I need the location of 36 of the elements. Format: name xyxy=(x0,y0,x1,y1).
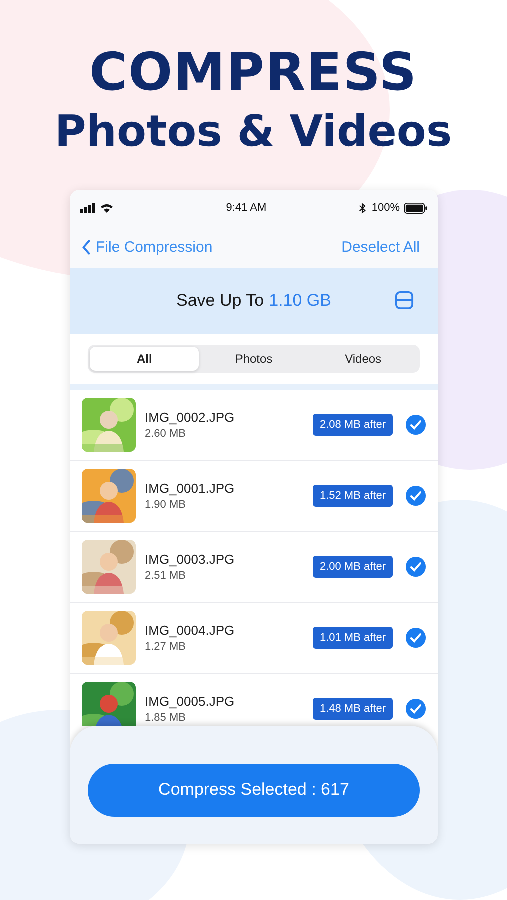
chevron-left-icon xyxy=(82,240,91,254)
file-name: IMG_0003.JPG xyxy=(145,552,236,567)
layout-icon[interactable] xyxy=(395,291,414,310)
size-after-badge: 2.00 MB after xyxy=(312,556,393,578)
file-size: 1.85 MB xyxy=(145,712,187,724)
battery-percent: 100% xyxy=(372,202,400,214)
wifi-icon xyxy=(100,203,114,213)
checkbox[interactable] xyxy=(406,486,426,506)
headline: COMPRESS xyxy=(89,42,418,104)
file-name: IMG_0001.JPG xyxy=(145,481,236,496)
file-size: 2.51 MB xyxy=(145,570,187,582)
filter-tab[interactable]: All xyxy=(90,347,200,371)
filter-tab[interactable]: Photos xyxy=(199,347,309,371)
file-name: IMG_0005.JPG xyxy=(145,694,236,709)
size-after-badge: 1.01 MB after xyxy=(312,627,393,649)
size-after-badge: 2.08 MB after xyxy=(312,414,393,436)
battery-icon xyxy=(404,202,428,214)
size-after-badge: 1.52 MB after xyxy=(312,485,393,507)
file-size: 1.27 MB xyxy=(145,641,187,653)
file-name: IMG_0004.JPG xyxy=(145,623,236,638)
file-size: 1.90 MB xyxy=(145,499,187,511)
filter-tab[interactable]: Videos xyxy=(308,347,418,371)
headline: Photos & Videos xyxy=(54,106,452,159)
checkbox[interactable] xyxy=(406,415,426,435)
size-after-badge: 1.48 MB after xyxy=(312,698,393,720)
checkbox[interactable] xyxy=(406,699,426,719)
file-name: IMG_0002.JPG xyxy=(145,410,236,425)
status-time: 9:41 AM xyxy=(225,202,268,214)
savings-amount: 1.10 GB xyxy=(269,291,332,311)
savings-label: Save Up To xyxy=(176,291,264,311)
checkbox[interactable] xyxy=(406,628,426,648)
file-size: 2.60 MB xyxy=(145,428,187,440)
compress-button[interactable]: Compress Selected : 617 xyxy=(88,764,420,816)
bluetooth-icon xyxy=(358,202,366,214)
signal-icon xyxy=(80,203,96,213)
checkbox[interactable] xyxy=(406,557,426,577)
